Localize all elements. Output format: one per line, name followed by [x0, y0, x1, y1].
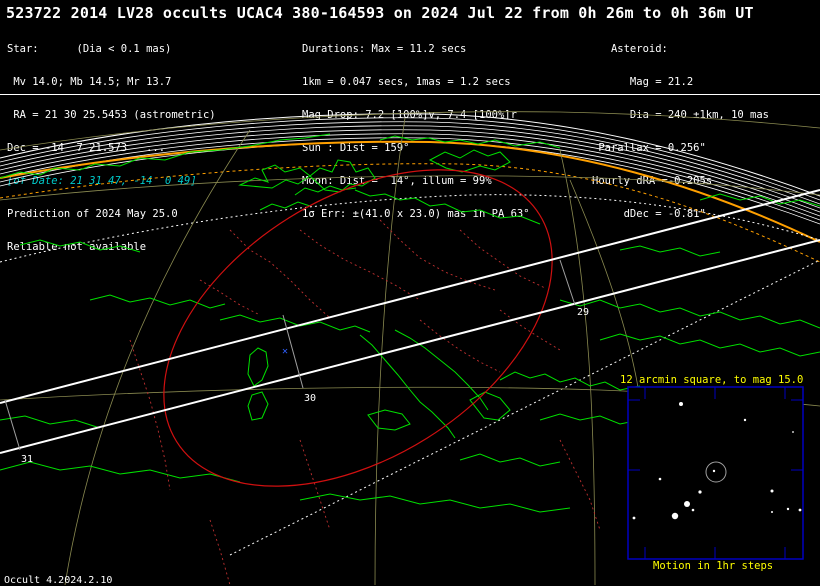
star-heading: Star: (Dia < 0.1 mas) [7, 43, 172, 55]
national-borders [129, 219, 601, 585]
page-title: 523722 2014 LV28 occults UCAC4 380-16459… [6, 4, 754, 22]
time-label-31: 31 [21, 454, 33, 465]
observer-marker-icon: ✕ [282, 346, 288, 357]
time-label-30: 30 [304, 393, 316, 404]
time-label-29: 29 [577, 307, 589, 318]
asteroid-heading: Asteroid: [592, 43, 668, 55]
asteroid-mag: Mag = 21.2 [592, 76, 694, 88]
software-version: Occult 4.2024.2.10 [4, 575, 113, 586]
scale-factors: 1km = 0.047 secs, 1mas = 1.2 secs [302, 76, 511, 88]
occultation-map: 29 30 31 ✕ [0, 111, 820, 585]
star-field-inset [627, 386, 804, 560]
inset-footer: Motion in 1hr steps [653, 560, 774, 572]
durations: Durations: Max = 11.2 secs [302, 43, 467, 55]
inset-caption: 12 arcmin square, to mag 15.0 [620, 374, 804, 386]
globe-limb [0, 113, 820, 225]
star-magnitudes: Mv 14.0; Mb 14.5; Mr 13.7 [7, 76, 172, 88]
